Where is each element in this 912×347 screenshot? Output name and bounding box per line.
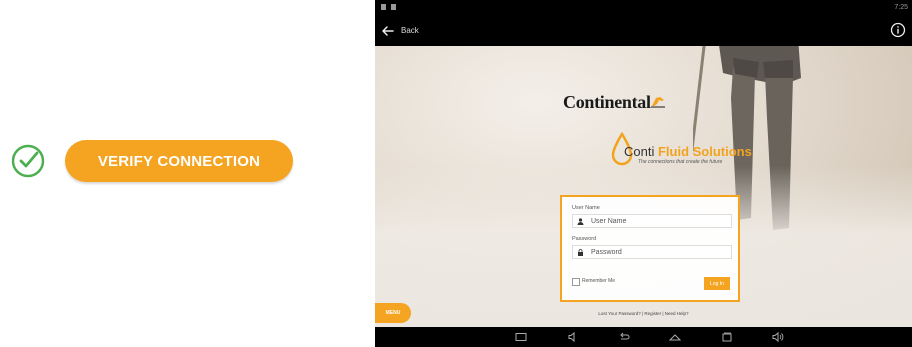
username-placeholder: User Name (591, 218, 627, 225)
login-form: User Name User Name Password Password Re… (560, 195, 740, 302)
continental-logo: Continental (563, 92, 651, 112)
remember-me-checkbox[interactable] (572, 278, 580, 286)
action-bar: Back (375, 16, 912, 46)
fluid-title-prefix: Conti (624, 144, 655, 159)
login-screen: Continental Conti Fluid Solutions The co… (375, 46, 912, 327)
back-button[interactable]: Back (401, 26, 419, 35)
info-icon[interactable] (890, 22, 906, 38)
password-field[interactable]: Password (572, 245, 732, 259)
fluid-solutions-title: Conti Fluid Solutions (624, 144, 752, 159)
fluid-tagline: The connections that create the future (638, 159, 723, 165)
remember-me-label: Remember Me (582, 278, 616, 284)
recents-nav-icon[interactable] (721, 331, 733, 343)
notification-icon (391, 4, 396, 10)
help-links[interactable]: Lost Your Password? | Register | Need He… (375, 311, 912, 316)
password-placeholder: Password (591, 249, 622, 256)
status-time: 7:25 (894, 4, 908, 11)
username-label: User Name (572, 205, 600, 211)
log-in-button[interactable]: Log In (704, 277, 730, 290)
fluid-title-suffix: Fluid Solutions (654, 144, 752, 159)
android-nav-bar (375, 327, 912, 347)
user-icon (577, 218, 584, 225)
back-nav-icon[interactable] (618, 331, 630, 343)
volume-up-icon[interactable] (772, 331, 784, 343)
usb-icon (381, 4, 386, 10)
password-label: Password (572, 236, 597, 242)
home-nav-icon[interactable] (669, 331, 681, 343)
username-field[interactable]: User Name (572, 214, 732, 228)
lock-icon (578, 249, 583, 256)
volume-down-icon[interactable] (567, 331, 579, 343)
screenshot-icon[interactable] (515, 331, 527, 343)
check-circle-icon (11, 144, 45, 178)
verify-connection-button[interactable]: VERIFY CONNECTION (65, 140, 293, 182)
tablet-screen: 7:25 Back Continental Conti Fluid Soluti… (375, 0, 912, 347)
menu-button[interactable]: MENU (375, 303, 411, 323)
horse-logo-icon (651, 97, 665, 108)
status-bar: 7:25 (375, 0, 912, 16)
back-arrow-icon[interactable] (381, 24, 395, 38)
